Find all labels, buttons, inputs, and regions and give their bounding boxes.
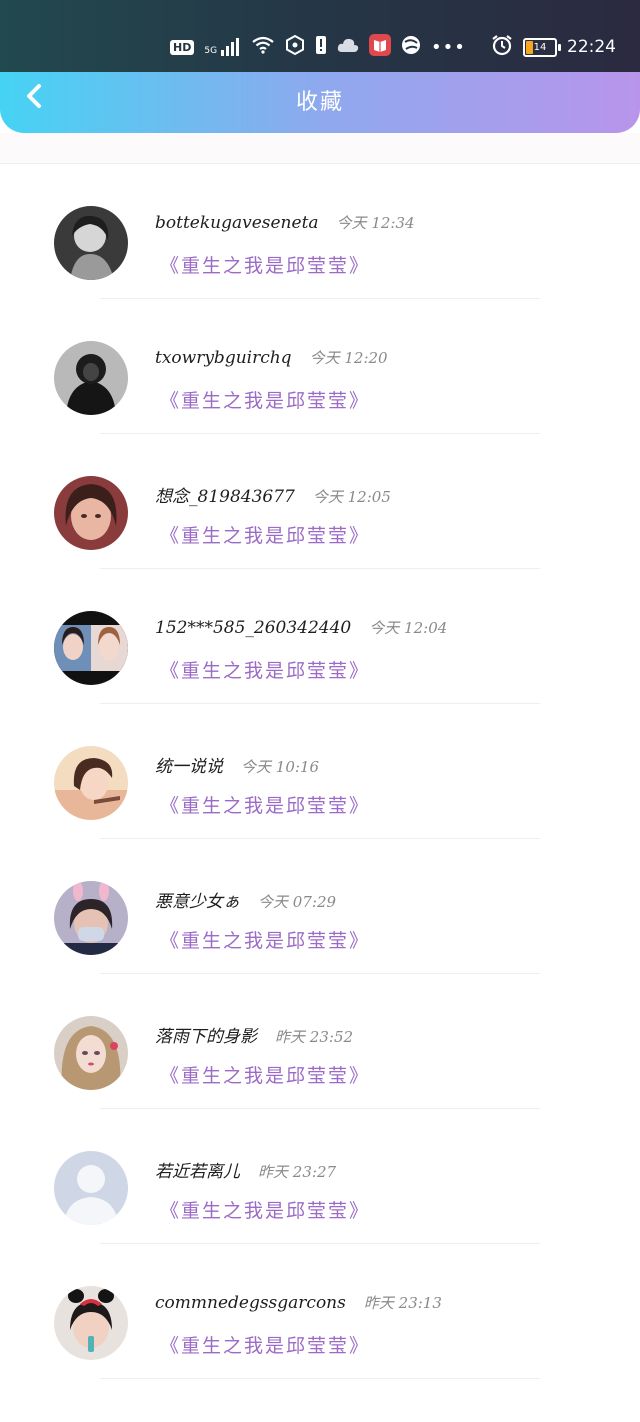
battery-level: 14 [533,41,547,53]
timestamp-time: 12:34 [371,214,415,232]
more-icon: ••• [431,36,466,58]
item-meta: 想念_819843677 今天 12:05 [155,482,391,507]
timestamp-day: 昨天 [363,1294,394,1312]
timestamp: 昨天 23:52 [275,1026,353,1047]
item-meta: commnedegssgarcons 昨天 23:13 [155,1292,442,1313]
timestamp-day: 昨天 [258,1163,289,1181]
avatar[interactable] [54,206,128,280]
username[interactable]: txowrybguirchq [155,348,292,368]
timestamp: 今天 12:20 [310,347,388,368]
avatar[interactable] [54,476,128,550]
favorites-list: bottekugaveseneta 今天 12:34 《重生之我是邱莹莹》 tx… [0,164,640,1379]
book-title-link[interactable]: 《重生之我是邱莹莹》 [160,251,370,278]
timestamp: 今天 07:29 [258,891,336,912]
alert-icon [315,35,327,59]
timestamp-day: 今天 [336,214,367,232]
network-type-label: 5G [204,46,218,56]
username[interactable]: 悪意少女ぁ [155,887,240,912]
timestamp-day: 今天 [258,893,289,911]
timestamp-day: 今天 [312,488,343,506]
alarm-icon [491,34,513,60]
book-title-link[interactable]: 《重生之我是邱莹莹》 [160,656,370,683]
status-right: 14 22:24 [491,34,616,60]
timestamp-time: 23:52 [309,1028,354,1046]
username[interactable]: commnedegssgarcons [155,1293,346,1313]
timestamp-time: 12:20 [344,349,388,367]
avatar[interactable] [54,611,128,685]
page-header: 收藏 [0,72,640,133]
hexagon-icon [285,34,305,59]
book-title-link[interactable]: 《重生之我是邱莹莹》 [160,1331,370,1358]
timestamp: 昨天 23:27 [258,1161,336,1182]
timestamp-time: 12:05 [347,488,391,506]
item-meta: 统一说说 今天 10:16 [155,752,319,777]
avatar[interactable] [54,1016,128,1090]
signal-icon: 5G [204,38,241,56]
item-meta: 若近若离儿 昨天 23:27 [155,1157,336,1182]
book-title-link[interactable]: 《重生之我是邱莹莹》 [160,1196,370,1223]
item-meta: 悪意少女ぁ 今天 07:29 [155,887,336,912]
username[interactable]: bottekugaveseneta [155,213,319,233]
timestamp-day: 今天 [241,758,272,776]
book-title-link[interactable]: 《重生之我是邱莹莹》 [160,1061,370,1088]
timestamp-time: 10:16 [275,758,320,776]
book-title-link[interactable]: 《重生之我是邱莹莹》 [160,791,370,818]
list-item[interactable]: 悪意少女ぁ 今天 07:29 《重生之我是邱莹莹》 [0,839,640,974]
battery-icon: 14 [523,37,561,57]
avatar[interactable] [54,341,128,415]
avatar[interactable] [54,746,128,820]
username[interactable]: 若近若离儿 [155,1157,240,1182]
hd-badge: HD [170,39,195,55]
list-item[interactable]: 落雨下的身影 昨天 23:52 《重生之我是邱莹莹》 [0,974,640,1109]
list-top-strip [0,133,640,164]
cloud-icon [337,37,359,57]
list-item[interactable]: commnedegssgarcons 昨天 23:13 《重生之我是邱莹莹》 [0,1244,640,1379]
avatar[interactable] [54,1286,128,1360]
timestamp: 今天 10:16 [241,756,319,777]
timestamp-day: 今天 [309,349,340,367]
item-meta: 152***585_260342440 今天 12:04 [155,617,447,638]
timestamp-time: 23:13 [398,1294,442,1312]
username[interactable]: 152***585_260342440 [155,618,351,638]
book-title-link[interactable]: 《重生之我是邱莹莹》 [160,926,370,953]
item-meta: txowrybguirchq 今天 12:20 [155,347,388,368]
timestamp-time: 07:29 [292,893,337,911]
timestamp-time: 12:04 [404,619,448,637]
item-meta: 落雨下的身影 昨天 23:52 [155,1022,353,1047]
timestamp: 今天 12:04 [369,617,447,638]
divider [100,1378,540,1379]
avatar[interactable] [54,1151,128,1225]
book-title-link[interactable]: 《重生之我是邱莹莹》 [160,521,370,548]
list-item[interactable]: 若近若离儿 昨天 23:27 《重生之我是邱莹莹》 [0,1109,640,1244]
wifi-icon [251,36,275,58]
status-bar: HD 5G ••• 14 22:24 [0,0,640,74]
avatar[interactable] [54,881,128,955]
timestamp: 今天 12:34 [337,212,415,233]
page-title: 收藏 [295,90,344,115]
timestamp-day: 今天 [369,619,400,637]
book-app-icon [369,34,392,60]
username[interactable]: 统一说说 [155,752,223,777]
timestamp: 今天 12:05 [313,486,391,507]
clock: 22:24 [567,37,616,57]
list-item[interactable]: 统一说说 今天 10:16 《重生之我是邱莹莹》 [0,704,640,839]
timestamp-time: 23:27 [292,1163,337,1181]
globe-icon [401,35,421,59]
list-item[interactable]: 152***585_260342440 今天 12:04 《重生之我是邱莹莹》 [0,569,640,704]
list-item[interactable]: bottekugaveseneta 今天 12:34 《重生之我是邱莹莹》 [0,164,640,299]
timestamp-day: 昨天 [275,1028,306,1046]
book-title-link[interactable]: 《重生之我是邱莹莹》 [160,386,370,413]
timestamp: 昨天 23:13 [364,1292,442,1313]
status-icons: HD 5G ••• [170,34,466,60]
username[interactable]: 想念_819843677 [155,482,295,507]
username[interactable]: 落雨下的身影 [155,1022,257,1047]
list-item[interactable]: txowrybguirchq 今天 12:20 《重生之我是邱莹莹》 [0,299,640,434]
list-item[interactable]: 想念_819843677 今天 12:05 《重生之我是邱莹莹》 [0,434,640,569]
item-meta: bottekugaveseneta 今天 12:34 [155,212,415,233]
